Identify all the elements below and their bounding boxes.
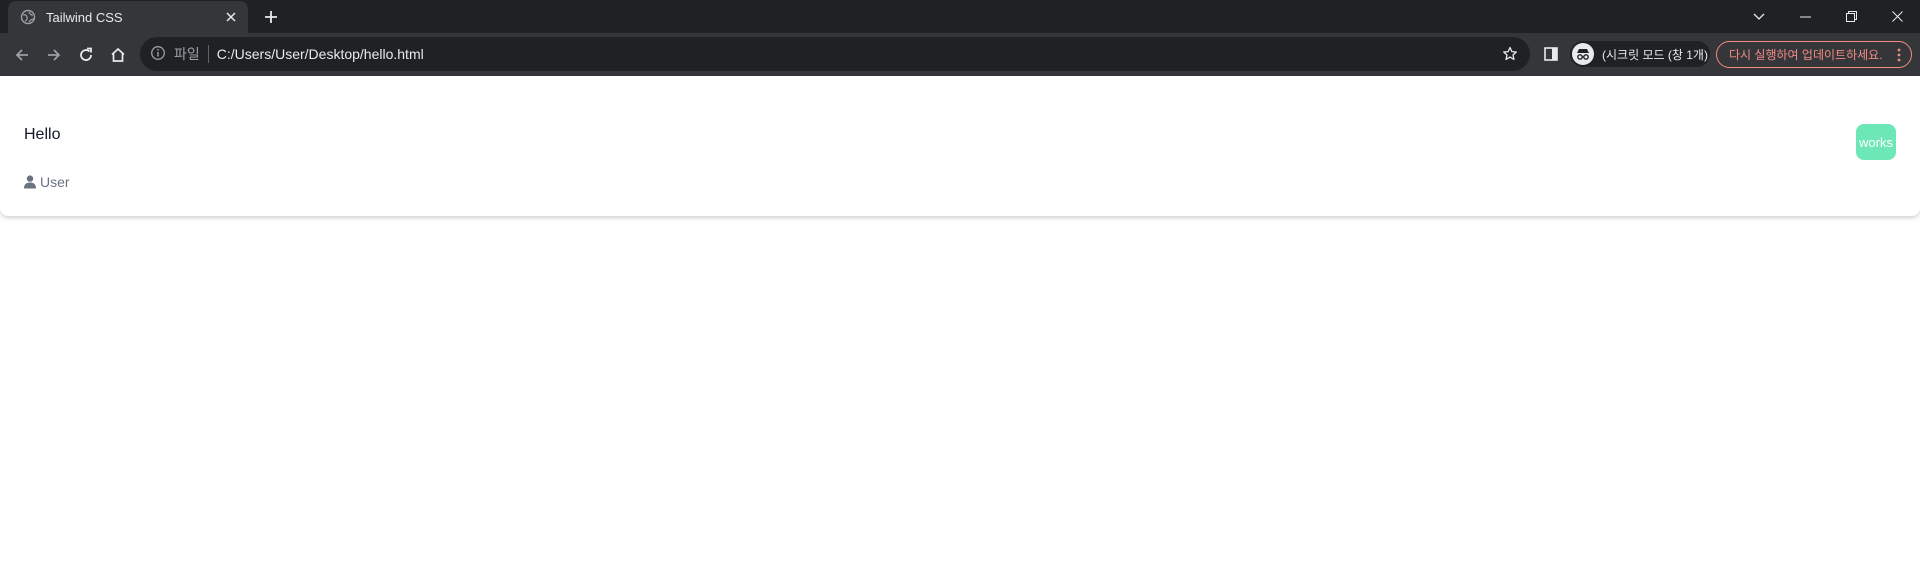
user-icon (24, 175, 36, 189)
tab-search-button[interactable] (1736, 3, 1782, 31)
home-icon (110, 47, 126, 63)
side-panel-icon (1544, 47, 1558, 61)
update-button[interactable]: 다시 실행하여 업데이트하세요. (1716, 41, 1912, 68)
close-window-button[interactable] (1874, 3, 1920, 31)
address-bar[interactable]: 파일 C:/Users/User/Desktop/hello.html (140, 37, 1530, 71)
close-icon[interactable] (222, 8, 240, 26)
url-scheme-label: 파일 (174, 46, 200, 62)
restore-icon (1845, 11, 1857, 22)
card-title: Hello (24, 126, 61, 143)
update-label: 다시 실행하여 업데이트하세요. (1729, 48, 1883, 62)
kebab-menu-icon[interactable] (1893, 46, 1905, 64)
plus-icon (264, 10, 278, 24)
arrow-left-icon (14, 47, 30, 63)
reload-button[interactable] (70, 39, 102, 71)
address-separator (207, 45, 209, 63)
forward-button[interactable] (38, 39, 70, 71)
browser-tab[interactable]: Tailwind CSS (8, 1, 248, 33)
browser-toolbar: 파일 C:/Users/User/Desktop/hello.html (시크릿… (0, 33, 1920, 76)
restore-button[interactable] (1828, 3, 1874, 31)
content-card: Hello User works (0, 76, 1920, 216)
profile-label: (시크릿 모드 (창 1개) (1602, 47, 1708, 62)
globe-icon (20, 9, 36, 25)
status-badge: works (1856, 124, 1896, 160)
window-controls (1736, 0, 1920, 33)
chevron-down-icon (1753, 13, 1765, 21)
home-button[interactable] (102, 39, 134, 71)
tab-title: Tailwind CSS (46, 9, 123, 25)
arrow-right-icon (46, 47, 62, 63)
new-tab-button[interactable] (258, 4, 284, 30)
back-button[interactable] (6, 39, 38, 71)
card-user: User (24, 174, 70, 190)
minimize-button[interactable] (1782, 3, 1828, 31)
close-icon (1891, 11, 1903, 22)
minimize-icon (1799, 16, 1811, 18)
title-bar: Tailwind CSS (0, 0, 1920, 33)
browser-chrome: Tailwind CSS 파일 C:/Users/User/Desktop/he… (0, 0, 1920, 76)
side-panel-button[interactable] (1540, 43, 1562, 65)
info-icon[interactable] (150, 45, 168, 63)
url-text[interactable]: C:/Users/User/Desktop/hello.html (217, 46, 1500, 62)
reload-icon (78, 47, 94, 63)
star-icon[interactable] (1500, 44, 1520, 64)
incognito-icon (1572, 43, 1594, 65)
page-viewport: Hello User works (0, 76, 1920, 587)
profile-button[interactable]: (시크릿 모드 (창 1개) (1570, 41, 1710, 67)
user-label: User (40, 174, 70, 190)
